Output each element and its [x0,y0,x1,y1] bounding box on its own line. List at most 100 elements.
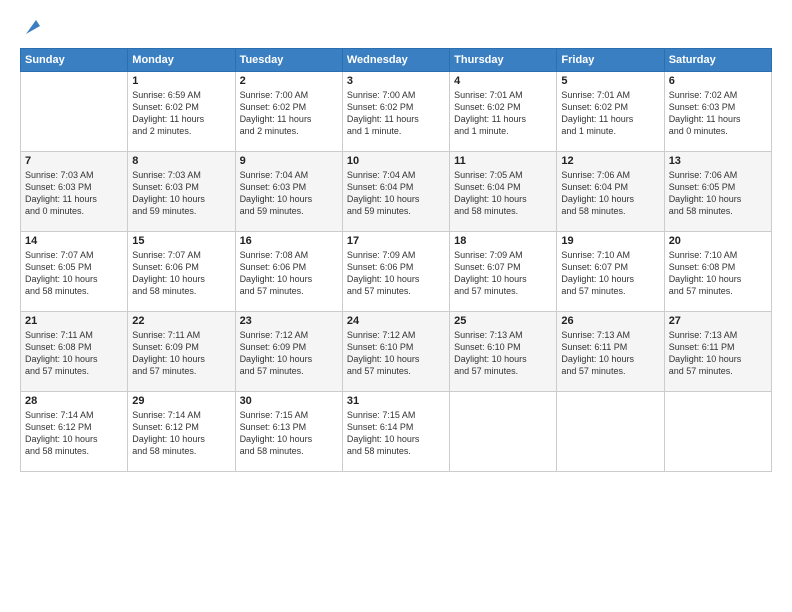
day-number: 19 [561,235,659,247]
calendar-cell: 12 Sunrise: 7:06 AM Sunset: 6:04 PM Dayli… [557,152,664,232]
calendar-cell: 10 Sunrise: 7:04 AM Sunset: 6:04 PM Dayli… [342,152,449,232]
day-number: 31 [347,395,445,407]
calendar-cell: 6Sunrise: 7:02 AM Sunset: 6:03 PM Daylig… [664,72,771,152]
day-info: Sunrise: 7:00 AM Sunset: 6:02 PM Dayligh… [347,89,445,138]
calendar-cell: 4 Sunrise: 7:01 AM Sunset: 6:02 PM Daylig… [450,72,557,152]
day-number: 10 [347,155,445,167]
calendar-week-row: 7 Sunrise: 7:03 AM Sunset: 6:03 PM Daylig… [21,152,772,232]
day-number: 1 [132,75,230,87]
calendar-cell: 27 Sunrise: 7:13 AM Sunset: 6:11 PM Dayli… [664,312,771,392]
day-number: 5 [561,75,659,87]
day-info: Sunrise: 7:09 AM Sunset: 6:06 PM Dayligh… [347,249,445,298]
calendar-cell: 5 Sunrise: 7:01 AM Sunset: 6:02 PM Daylig… [557,72,664,152]
day-number: 12 [561,155,659,167]
day-info: Sunrise: 7:06 AM Sunset: 6:05 PM Dayligh… [669,169,767,218]
calendar-cell: 9 Sunrise: 7:04 AM Sunset: 6:03 PM Daylig… [235,152,342,232]
day-number: 3 [347,75,445,87]
calendar-cell: 8 Sunrise: 7:03 AM Sunset: 6:03 PM Daylig… [128,152,235,232]
day-info: Sunrise: 7:13 AM Sunset: 6:10 PM Dayligh… [454,329,552,378]
day-number: 24 [347,315,445,327]
day-info: Sunrise: 7:07 AM Sunset: 6:06 PM Dayligh… [132,249,230,298]
day-number: 15 [132,235,230,247]
day-info: Sunrise: 7:08 AM Sunset: 6:06 PM Dayligh… [240,249,338,298]
day-info: Sunrise: 7:13 AM Sunset: 6:11 PM Dayligh… [669,329,767,378]
day-info: Sunrise: 7:04 AM Sunset: 6:03 PM Dayligh… [240,169,338,218]
day-number: 14 [25,235,123,247]
day-info: Sunrise: 6:59 AM Sunset: 6:02 PM Dayligh… [132,89,230,138]
day-number: 28 [25,395,123,407]
calendar-cell: 25 Sunrise: 7:13 AM Sunset: 6:10 PM Dayli… [450,312,557,392]
day-info: Sunrise: 7:03 AM Sunset: 6:03 PM Dayligh… [132,169,230,218]
calendar-cell: 7Sunrise: 7:03 AM Sunset: 6:03 PM Daylig… [21,152,128,232]
day-number: 25 [454,315,552,327]
calendar-cell: 22Sunrise: 7:11 AM Sunset: 6:09 PM Dayli… [128,312,235,392]
day-info: Sunrise: 7:13 AM Sunset: 6:11 PM Dayligh… [561,329,659,378]
day-number: 16 [240,235,338,247]
calendar-cell [557,392,664,472]
calendar-cell [450,392,557,472]
day-info: Sunrise: 7:09 AM Sunset: 6:07 PM Dayligh… [454,249,552,298]
day-info: Sunrise: 7:15 AM Sunset: 6:14 PM Dayligh… [347,409,445,458]
day-number: 9 [240,155,338,167]
day-header-sunday: Sunday [21,49,128,72]
day-number: 18 [454,235,552,247]
calendar-cell: 1 Sunrise: 6:59 AM Sunset: 6:02 PM Daylig… [128,72,235,152]
logo-icon [22,16,44,38]
day-info: Sunrise: 7:01 AM Sunset: 6:02 PM Dayligh… [454,89,552,138]
day-header-wednesday: Wednesday [342,49,449,72]
day-header-thursday: Thursday [450,49,557,72]
header [20,16,772,38]
calendar-week-row: 21Sunrise: 7:11 AM Sunset: 6:08 PM Dayli… [21,312,772,392]
calendar-cell: 20 Sunrise: 7:10 AM Sunset: 6:08 PM Dayli… [664,232,771,312]
day-info: Sunrise: 7:07 AM Sunset: 6:05 PM Dayligh… [25,249,123,298]
calendar-cell: 19 Sunrise: 7:10 AM Sunset: 6:07 PM Dayli… [557,232,664,312]
calendar-cell: 26 Sunrise: 7:13 AM Sunset: 6:11 PM Dayli… [557,312,664,392]
day-number: 17 [347,235,445,247]
calendar-table: SundayMondayTuesdayWednesdayThursdayFrid… [20,48,772,472]
day-info: Sunrise: 7:05 AM Sunset: 6:04 PM Dayligh… [454,169,552,218]
day-number: 7 [25,155,123,167]
day-number: 27 [669,315,767,327]
calendar-cell: 17 Sunrise: 7:09 AM Sunset: 6:06 PM Dayli… [342,232,449,312]
day-header-friday: Friday [557,49,664,72]
calendar-cell: 18 Sunrise: 7:09 AM Sunset: 6:07 PM Dayli… [450,232,557,312]
day-info: Sunrise: 7:11 AM Sunset: 6:08 PM Dayligh… [25,329,123,378]
day-number: 4 [454,75,552,87]
calendar-cell: 2 Sunrise: 7:00 AM Sunset: 6:02 PM Daylig… [235,72,342,152]
calendar-header-row: SundayMondayTuesdayWednesdayThursdayFrid… [21,49,772,72]
day-number: 22 [132,315,230,327]
day-info: Sunrise: 7:10 AM Sunset: 6:07 PM Dayligh… [561,249,659,298]
calendar-cell: 11 Sunrise: 7:05 AM Sunset: 6:04 PM Dayli… [450,152,557,232]
day-number: 8 [132,155,230,167]
day-number: 30 [240,395,338,407]
calendar-cell: 28 Sunrise: 7:14 AM Sunset: 6:12 PM Dayli… [21,392,128,472]
day-info: Sunrise: 7:06 AM Sunset: 6:04 PM Dayligh… [561,169,659,218]
day-number: 2 [240,75,338,87]
calendar-cell: 29Sunrise: 7:14 AM Sunset: 6:12 PM Dayli… [128,392,235,472]
day-number: 26 [561,315,659,327]
day-number: 11 [454,155,552,167]
day-header-monday: Monday [128,49,235,72]
day-info: Sunrise: 7:14 AM Sunset: 6:12 PM Dayligh… [25,409,123,458]
day-info: Sunrise: 7:00 AM Sunset: 6:02 PM Dayligh… [240,89,338,138]
calendar-cell: 21Sunrise: 7:11 AM Sunset: 6:08 PM Dayli… [21,312,128,392]
day-header-tuesday: Tuesday [235,49,342,72]
calendar-cell: 16 Sunrise: 7:08 AM Sunset: 6:06 PM Dayli… [235,232,342,312]
day-info: Sunrise: 7:12 AM Sunset: 6:10 PM Dayligh… [347,329,445,378]
day-info: Sunrise: 7:04 AM Sunset: 6:04 PM Dayligh… [347,169,445,218]
day-number: 20 [669,235,767,247]
day-info: Sunrise: 7:02 AM Sunset: 6:03 PM Dayligh… [669,89,767,138]
day-info: Sunrise: 7:10 AM Sunset: 6:08 PM Dayligh… [669,249,767,298]
calendar-week-row: 14 Sunrise: 7:07 AM Sunset: 6:05 PM Dayli… [21,232,772,312]
calendar-cell [664,392,771,472]
calendar-cell: 23Sunrise: 7:12 AM Sunset: 6:09 PM Dayli… [235,312,342,392]
calendar-cell: 31 Sunrise: 7:15 AM Sunset: 6:14 PM Dayli… [342,392,449,472]
calendar-cell: 13 Sunrise: 7:06 AM Sunset: 6:05 PM Dayli… [664,152,771,232]
day-number: 29 [132,395,230,407]
calendar-cell: 3 Sunrise: 7:00 AM Sunset: 6:02 PM Daylig… [342,72,449,152]
day-number: 13 [669,155,767,167]
calendar-cell [21,72,128,152]
day-number: 23 [240,315,338,327]
calendar-cell: 30Sunrise: 7:15 AM Sunset: 6:13 PM Dayli… [235,392,342,472]
day-info: Sunrise: 7:01 AM Sunset: 6:02 PM Dayligh… [561,89,659,138]
